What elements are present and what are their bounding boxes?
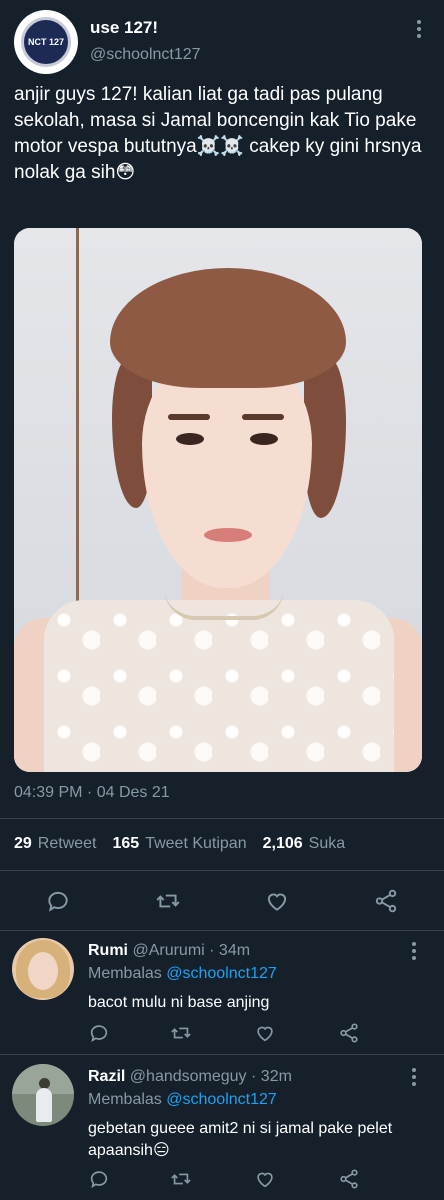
more-vertical-icon[interactable] (412, 1068, 416, 1086)
reply-handle[interactable]: @Arurumi (132, 942, 204, 959)
tweet-action-bar (0, 882, 444, 922)
quote-label[interactable]: Tweet Kutipan (145, 835, 246, 853)
divider (0, 818, 444, 819)
avatar[interactable] (12, 938, 74, 1000)
share-icon[interactable] (338, 1168, 362, 1192)
reply-author[interactable]: Rumi @Arurumi · 34m (88, 942, 250, 960)
reply-tweet[interactable]: Razil @handsomeguy · 32m Membalas @schoo… (0, 1064, 444, 1194)
replying-to-link[interactable]: @schoolnct127 (166, 965, 277, 982)
tweet-text: anjir guys 127! kalian liat ga tadi pas … (14, 84, 422, 183)
retweet-count[interactable]: 29 (14, 835, 32, 853)
avatar-logo-text: NCT 127 (27, 37, 64, 47)
reply-time: · 32m (251, 1068, 292, 1085)
retweet-icon[interactable] (155, 888, 183, 916)
tweet-photo[interactable] (14, 228, 422, 772)
replying-label: Membalas (88, 965, 162, 982)
school-logo: NCT 127 (21, 17, 71, 67)
reply-display-name[interactable]: Rumi (88, 942, 128, 959)
share-icon[interactable] (338, 1022, 362, 1046)
tweet-stats: 29 Retweet 165 Tweet Kutipan 2,106 Suka (14, 835, 361, 853)
reply-text: bacot mulu ni base anjing (88, 994, 270, 1011)
tweet-timestamp[interactable]: 04:39 PM · 04 Des 21 (14, 784, 170, 802)
display-name[interactable]: use 127! (90, 18, 158, 38)
reply-icon[interactable] (45, 888, 73, 916)
reply-author[interactable]: Razil @handsomeguy · 32m (88, 1068, 292, 1086)
more-vertical-icon[interactable] (412, 942, 416, 960)
divider (0, 870, 444, 871)
reply-icon[interactable] (88, 1022, 112, 1046)
divider (0, 1054, 444, 1055)
avatar[interactable] (12, 1064, 74, 1126)
replying-to-link[interactable]: @schoolnct127 (166, 1091, 277, 1108)
reply-display-name[interactable]: Razil (88, 1068, 125, 1085)
like-count[interactable]: 2,106 (263, 835, 303, 853)
avatar[interactable]: NCT 127 (14, 10, 78, 74)
heart-icon[interactable] (264, 888, 292, 916)
reply-icon[interactable] (88, 1168, 112, 1192)
replying-to: Membalas @schoolnct127 (88, 1091, 277, 1109)
like-label[interactable]: Suka (309, 835, 345, 853)
reply-text: gebetan gueee amit2 ni si jamal pake pel… (88, 1120, 393, 1159)
replying-label: Membalas (88, 1091, 162, 1108)
quote-count[interactable]: 165 (113, 835, 140, 853)
reply-tweet[interactable]: Rumi @Arurumi · 34m Membalas @schoolnct1… (0, 938, 444, 1048)
heart-icon[interactable] (254, 1168, 278, 1192)
reply-time: · 34m (209, 942, 251, 959)
handle[interactable]: @schoolnct127 (90, 46, 201, 64)
more-vertical-icon[interactable] (416, 20, 422, 40)
reply-handle[interactable]: @handsomeguy (130, 1068, 247, 1085)
replying-to: Membalas @schoolnct127 (88, 965, 277, 983)
share-icon[interactable] (373, 888, 401, 916)
heart-icon[interactable] (254, 1022, 278, 1046)
tweet-header: NCT 127 use 127! @schoolnct127 (14, 10, 430, 80)
divider (0, 930, 444, 931)
retweet-label[interactable]: Retweet (38, 835, 97, 853)
retweet-icon[interactable] (170, 1168, 194, 1192)
retweet-icon[interactable] (170, 1022, 194, 1046)
